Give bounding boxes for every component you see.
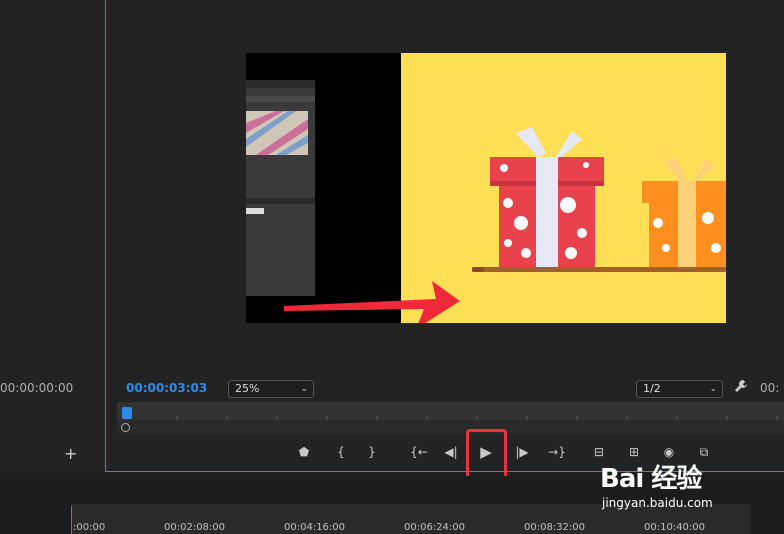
project-panel: [0, 0, 105, 472]
chevron-down-icon: ⌄: [300, 384, 308, 394]
add-marker-button[interactable]: ⬟: [295, 444, 313, 460]
add-item-button[interactable]: +: [64, 444, 77, 463]
duration-timecode: 00:: [760, 381, 780, 395]
playback-resolution-select[interactable]: 1/2 ⌄: [636, 380, 723, 398]
preview-frame: [246, 53, 726, 323]
ruler-tick-label: 00:06:24:00: [404, 522, 466, 533]
source-timecode: 00:00:00:00: [0, 381, 74, 395]
step-back-button[interactable]: ◀|: [442, 444, 460, 460]
watermark-url: jingyan.baidu.com: [602, 496, 713, 510]
ruler-tick-label: 00:04:16:00: [284, 522, 346, 533]
playhead-timecode[interactable]: 00:00:03:03: [126, 381, 207, 395]
ruler-tick-label: :00:00: [73, 522, 106, 533]
zoom-level-value: 25%: [235, 382, 260, 395]
chevron-down-icon: ⌄: [709, 384, 717, 394]
mark-out-button[interactable]: }: [363, 444, 381, 460]
ruler-tick-label: 00:10:40:00: [644, 522, 706, 533]
zoom-handle[interactable]: [121, 423, 130, 432]
zoom-scroll-bar[interactable]: [117, 420, 784, 434]
playhead-handle[interactable]: [122, 407, 132, 419]
timeline-playhead[interactable]: [71, 506, 72, 534]
shelf: [472, 267, 726, 272]
ruler-tick-label: 00:02:08:00: [164, 522, 226, 533]
watermark-brand: Bai 经验: [600, 464, 702, 494]
go-to-out-button[interactable]: →}: [546, 444, 568, 460]
video-preview: [246, 53, 726, 323]
wrench-icon[interactable]: [734, 379, 748, 397]
go-to-in-button[interactable]: {←: [408, 444, 430, 460]
mark-in-button[interactable]: {: [332, 444, 350, 460]
step-forward-button[interactable]: |▶: [513, 444, 531, 460]
zoom-level-select[interactable]: 25% ⌄: [228, 380, 314, 398]
resolution-value: 1/2: [643, 382, 661, 395]
ruler-tick-label: 00:08:32:00: [524, 522, 586, 533]
baidu-watermark: Bai 经验 jingyan.baidu.com: [590, 454, 770, 520]
scrub-bar[interactable]: [117, 402, 784, 420]
